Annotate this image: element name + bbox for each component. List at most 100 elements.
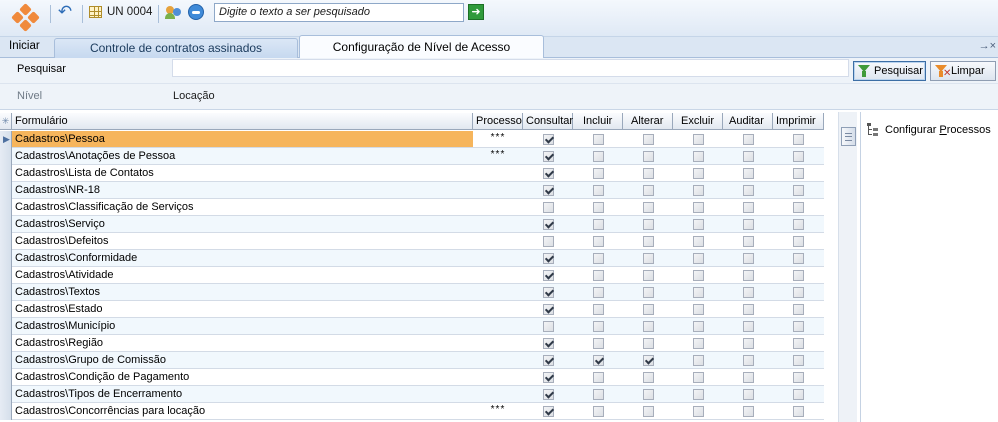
- checkbox-excluir[interactable]: [693, 304, 704, 315]
- row-indicator[interactable]: [0, 352, 12, 369]
- table-row[interactable]: Cadastros\Classificação de Serviços: [0, 199, 824, 216]
- column-header-auditar[interactable]: Auditar: [723, 113, 773, 130]
- cell-processo[interactable]: ***: [473, 148, 523, 164]
- checkbox-imprimir[interactable]: [793, 355, 804, 366]
- checkbox-alterar[interactable]: [643, 236, 654, 247]
- checkbox-auditar[interactable]: [743, 287, 754, 298]
- row-indicator[interactable]: ▶: [0, 131, 12, 148]
- table-row[interactable]: Cadastros\Textos: [0, 284, 824, 301]
- checkbox-alterar[interactable]: [643, 202, 654, 213]
- global-search-input[interactable]: Digite o texto a ser pesquisado: [214, 3, 464, 22]
- checkbox-excluir[interactable]: [693, 321, 704, 332]
- row-indicator[interactable]: [0, 165, 12, 182]
- checkbox-imprimir[interactable]: [793, 338, 804, 349]
- clear-button[interactable]: ✕ Limpar: [930, 61, 996, 81]
- checkbox-auditar[interactable]: [743, 389, 754, 400]
- row-indicator[interactable]: [0, 267, 12, 284]
- cell-processo[interactable]: [473, 301, 523, 317]
- checkbox-consultar[interactable]: [543, 406, 554, 417]
- cell-processo[interactable]: ***: [473, 131, 523, 147]
- checkbox-consultar[interactable]: [543, 151, 554, 162]
- checkbox-incluir[interactable]: [593, 202, 604, 213]
- checkbox-excluir[interactable]: [693, 168, 704, 179]
- cell-formulario[interactable]: Cadastros\Classificação de Serviços: [12, 199, 473, 215]
- checkbox-consultar[interactable]: [543, 355, 554, 366]
- checkbox-alterar[interactable]: [643, 168, 654, 179]
- checkbox-incluir[interactable]: [593, 253, 604, 264]
- search-button[interactable]: Pesquisar: [853, 61, 926, 81]
- checkbox-incluir[interactable]: [593, 185, 604, 196]
- checkbox-alterar[interactable]: [643, 270, 654, 281]
- checkbox-alterar[interactable]: [643, 219, 654, 230]
- cell-formulario[interactable]: Cadastros\Atividade: [12, 267, 473, 283]
- cell-processo[interactable]: [473, 233, 523, 249]
- cell-formulario[interactable]: Cadastros\Estado: [12, 301, 473, 317]
- checkbox-incluir[interactable]: [593, 134, 604, 145]
- checkbox-incluir[interactable]: [593, 406, 604, 417]
- checkbox-auditar[interactable]: [743, 355, 754, 366]
- users-icon[interactable]: [165, 4, 183, 20]
- column-header-processo[interactable]: Processo: [473, 113, 523, 130]
- checkbox-incluir[interactable]: [593, 151, 604, 162]
- checkbox-auditar[interactable]: [743, 253, 754, 264]
- cell-processo[interactable]: ***: [473, 403, 523, 419]
- checkbox-incluir[interactable]: [593, 219, 604, 230]
- cell-formulario[interactable]: Cadastros\Defeitos: [12, 233, 473, 249]
- column-header-formulario[interactable]: Formulário: [12, 113, 473, 130]
- table-row[interactable]: Cadastros\Região: [0, 335, 824, 352]
- checkbox-consultar[interactable]: [543, 304, 554, 315]
- cell-formulario[interactable]: Cadastros\Pessoa: [12, 131, 473, 147]
- cell-formulario[interactable]: Cadastros\NR-18: [12, 182, 473, 198]
- checkbox-consultar[interactable]: [543, 321, 554, 332]
- checkbox-consultar[interactable]: [543, 372, 554, 383]
- checkbox-imprimir[interactable]: [793, 372, 804, 383]
- cell-formulario[interactable]: Cadastros\Serviço: [12, 216, 473, 232]
- checkbox-consultar[interactable]: [543, 287, 554, 298]
- checkbox-alterar[interactable]: [643, 304, 654, 315]
- table-row[interactable]: Cadastros\Condição de Pagamento: [0, 369, 824, 386]
- checkbox-auditar[interactable]: [743, 372, 754, 383]
- checkbox-excluir[interactable]: [693, 338, 704, 349]
- table-row[interactable]: Cadastros\Anotações de Pessoa ***: [0, 148, 824, 165]
- checkbox-excluir[interactable]: [693, 389, 704, 400]
- start-menu-button[interactable]: Iniciar: [9, 40, 40, 52]
- checkbox-alterar[interactable]: [643, 253, 654, 264]
- checkbox-auditar[interactable]: [743, 151, 754, 162]
- checkbox-excluir[interactable]: [693, 253, 704, 264]
- cell-formulario[interactable]: Cadastros\Textos: [12, 284, 473, 300]
- unit-grid-icon[interactable]: [89, 6, 102, 18]
- checkbox-excluir[interactable]: [693, 134, 704, 145]
- grid-scrollbar[interactable]: [838, 112, 857, 422]
- checkbox-incluir[interactable]: [593, 372, 604, 383]
- tab-access-level-config[interactable]: Configuração de Nível de Acesso: [299, 35, 544, 59]
- cell-processo[interactable]: [473, 199, 523, 215]
- checkbox-auditar[interactable]: [743, 236, 754, 247]
- cell-formulario[interactable]: Cadastros\Região: [12, 335, 473, 351]
- row-indicator[interactable]: [0, 182, 12, 199]
- checkbox-alterar[interactable]: [643, 151, 654, 162]
- checkbox-alterar[interactable]: [643, 287, 654, 298]
- row-indicator[interactable]: [0, 369, 12, 386]
- table-row[interactable]: Cadastros\Lista de Contatos: [0, 165, 824, 182]
- table-row[interactable]: ▶ Cadastros\Pessoa ***: [0, 131, 824, 148]
- checkbox-alterar[interactable]: [643, 406, 654, 417]
- row-indicator[interactable]: [0, 403, 12, 420]
- link-icon[interactable]: [188, 4, 204, 20]
- checkbox-imprimir[interactable]: [793, 406, 804, 417]
- checkbox-auditar[interactable]: [743, 185, 754, 196]
- checkbox-consultar[interactable]: [543, 236, 554, 247]
- checkbox-alterar[interactable]: [643, 338, 654, 349]
- checkbox-consultar[interactable]: [543, 270, 554, 281]
- cell-processo[interactable]: [473, 165, 523, 181]
- checkbox-auditar[interactable]: [743, 219, 754, 230]
- checkbox-imprimir[interactable]: [793, 168, 804, 179]
- table-row[interactable]: Cadastros\Conformidade: [0, 250, 824, 267]
- row-indicator[interactable]: [0, 148, 12, 165]
- unit-label[interactable]: UN 0004: [107, 6, 152, 18]
- checkbox-incluir[interactable]: [593, 304, 604, 315]
- cell-processo[interactable]: [473, 352, 523, 368]
- checkbox-incluir[interactable]: [593, 338, 604, 349]
- table-row[interactable]: Cadastros\NR-18: [0, 182, 824, 199]
- checkbox-excluir[interactable]: [693, 219, 704, 230]
- app-logo-icon[interactable]: [8, 3, 44, 38]
